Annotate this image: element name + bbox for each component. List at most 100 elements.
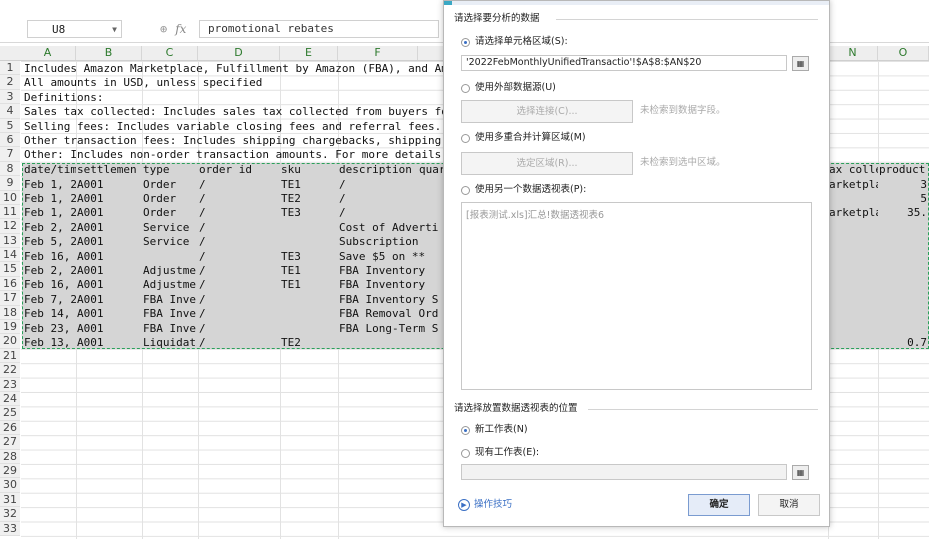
data-cell-e[interactable]: TE1 <box>281 178 337 192</box>
row-header[interactable]: 30 <box>0 478 20 493</box>
radio-existing-sheet[interactable] <box>461 449 470 458</box>
radio-multi-range-label[interactable]: 使用多重合并计算区域(M) <box>475 131 586 145</box>
data-cell-b[interactable]: A001 <box>77 178 141 192</box>
row-header[interactable]: 12 <box>0 219 20 234</box>
tips-label[interactable]: 操作技巧 <box>474 499 512 510</box>
data-cell-c[interactable]: FBA Inver <box>143 293 197 307</box>
data-cell-n[interactable] <box>829 192 878 206</box>
data-cell-f[interactable] <box>339 336 439 350</box>
select-area-button[interactable]: 选定区域(R)... <box>461 152 633 175</box>
data-cell-f[interactable]: FBA Long-Term St <box>339 322 439 336</box>
row-header[interactable]: 10 <box>0 190 20 205</box>
header-cell[interactable]: sku <box>281 163 337 177</box>
data-cell-e[interactable] <box>281 221 337 235</box>
data-cell-a[interactable]: Feb 1, 20 <box>24 192 76 206</box>
column-header-o[interactable]: O <box>878 46 929 60</box>
data-cell-o[interactable] <box>879 322 927 336</box>
row-header[interactable]: 26 <box>0 420 20 436</box>
data-cell-c[interactable]: Adjustmer <box>143 264 197 278</box>
data-cell-e[interactable]: TE2 <box>281 192 337 206</box>
data-cell-e[interactable] <box>281 235 337 249</box>
pivot-list-item[interactable]: [报表测试.xls]汇总!数据透视表6 <box>462 203 811 225</box>
data-cell-b[interactable]: A001 <box>77 221 141 235</box>
data-cell-e[interactable] <box>281 293 337 307</box>
data-cell-a[interactable]: Feb 2, 20 <box>24 264 76 278</box>
data-cell-b[interactable]: A001 <box>77 250 141 264</box>
data-cell-c[interactable]: Liquidati <box>143 336 197 350</box>
data-cell-n[interactable] <box>829 307 878 321</box>
radio-new-sheet-label[interactable]: 新工作表(N) <box>475 423 528 437</box>
row-header[interactable]: 9 <box>0 176 20 191</box>
data-cell-a[interactable]: Feb 16, 2 <box>24 278 76 292</box>
data-cell-d[interactable]: / <box>199 336 279 350</box>
data-cell-c[interactable]: FBA Inver <box>143 322 197 336</box>
radio-other-pivot-label[interactable]: 使用另一个数据透视表(P): <box>475 183 586 197</box>
name-box[interactable]: U8 ▼ <box>27 20 122 38</box>
data-cell-a[interactable]: Feb 5, 20 <box>24 235 76 249</box>
radio-external-source-label[interactable]: 使用外部数据源(U) <box>475 81 556 95</box>
row-header[interactable]: 27 <box>0 435 20 450</box>
column-header-b[interactable]: B <box>76 46 142 60</box>
data-cell-d[interactable]: / <box>199 221 279 235</box>
header-cell[interactable]: date/time <box>24 163 76 177</box>
range-input[interactable]: '2022FebMonthlyUnifiedTransactio'!$A$8:$… <box>461 55 787 71</box>
data-cell-b[interactable]: A001 <box>77 206 141 220</box>
data-cell-d[interactable]: / <box>199 250 279 264</box>
row-header[interactable]: 32 <box>0 507 20 522</box>
row-header[interactable]: 15 <box>0 262 20 277</box>
zoom-icon[interactable]: ⊕ <box>160 22 167 36</box>
data-cell-c[interactable]: Order <box>143 178 197 192</box>
select-connection-button[interactable]: 选择连接(C)... <box>461 100 633 123</box>
data-cell-a[interactable]: Feb 13, 2 <box>24 336 76 350</box>
data-cell-b[interactable]: A001 <box>77 235 141 249</box>
data-cell-a[interactable]: Feb 2, 20 <box>24 221 76 235</box>
data-cell-o[interactable] <box>879 221 927 235</box>
data-cell-b[interactable]: A001 <box>77 322 141 336</box>
cell-a4[interactable]: Sales tax collected: Includes sales tax … <box>24 105 444 119</box>
data-cell-c[interactable]: Order <box>143 192 197 206</box>
radio-multi-range[interactable] <box>461 134 470 143</box>
data-cell-a[interactable]: Feb 1, 20 <box>24 206 76 220</box>
data-cell-e[interactable]: TE1 <box>281 278 337 292</box>
row-header[interactable]: 23 <box>0 377 20 392</box>
row-header[interactable]: 17 <box>0 291 20 306</box>
data-cell-f[interactable]: FBA Removal Orde <box>339 307 439 321</box>
data-cell-n[interactable] <box>829 235 878 249</box>
data-cell-o[interactable] <box>879 264 927 278</box>
data-cell-n[interactable] <box>829 278 878 292</box>
row-header[interactable]: 19 <box>0 320 20 335</box>
radio-cell-range[interactable] <box>461 38 470 47</box>
data-cell-o[interactable] <box>879 235 927 249</box>
column-header-c[interactable]: C <box>142 46 198 60</box>
data-cell-f[interactable]: / <box>339 192 439 206</box>
data-cell-d[interactable]: / <box>199 264 279 278</box>
ok-button[interactable]: 确定 <box>688 494 750 516</box>
data-cell-f[interactable]: Cost of Advertisi <box>339 221 439 235</box>
radio-new-sheet[interactable] <box>461 426 470 435</box>
header-cell[interactable]: order id <box>199 163 279 177</box>
row-header[interactable]: 21 <box>0 348 20 364</box>
data-cell-b[interactable]: A001 <box>77 264 141 278</box>
data-cell-n[interactable] <box>829 322 878 336</box>
data-cell-e[interactable]: TE2 <box>281 336 337 350</box>
data-cell-o[interactable] <box>879 307 927 321</box>
formula-input[interactable]: promotional rebates <box>199 20 439 38</box>
data-cell-a[interactable]: Feb 14, 2 <box>24 307 76 321</box>
header-cell[interactable]: settlemen <box>77 163 141 177</box>
row-header[interactable]: 11 <box>0 204 20 220</box>
row-header[interactable]: 14 <box>0 248 20 263</box>
data-cell-b[interactable]: A001 <box>77 307 141 321</box>
data-cell-n[interactable] <box>829 250 878 264</box>
data-cell-o[interactable] <box>879 293 927 307</box>
column-header-n[interactable]: N <box>828 46 878 60</box>
row-header[interactable]: 31 <box>0 492 20 508</box>
row-header[interactable]: 8 <box>0 161 20 177</box>
row-header[interactable]: 6 <box>0 132 20 148</box>
data-cell-d[interactable]: / <box>199 178 279 192</box>
data-cell-c[interactable]: Order <box>143 206 197 220</box>
row-header[interactable]: 33 <box>0 521 20 536</box>
data-cell-e[interactable]: TE3 <box>281 206 337 220</box>
row-header[interactable]: 4 <box>0 104 20 119</box>
cell-a7[interactable]: Other: Includes non-order transaction am… <box>24 148 444 162</box>
radio-cell-range-label[interactable]: 请选择单元格区域(S): <box>475 35 568 49</box>
